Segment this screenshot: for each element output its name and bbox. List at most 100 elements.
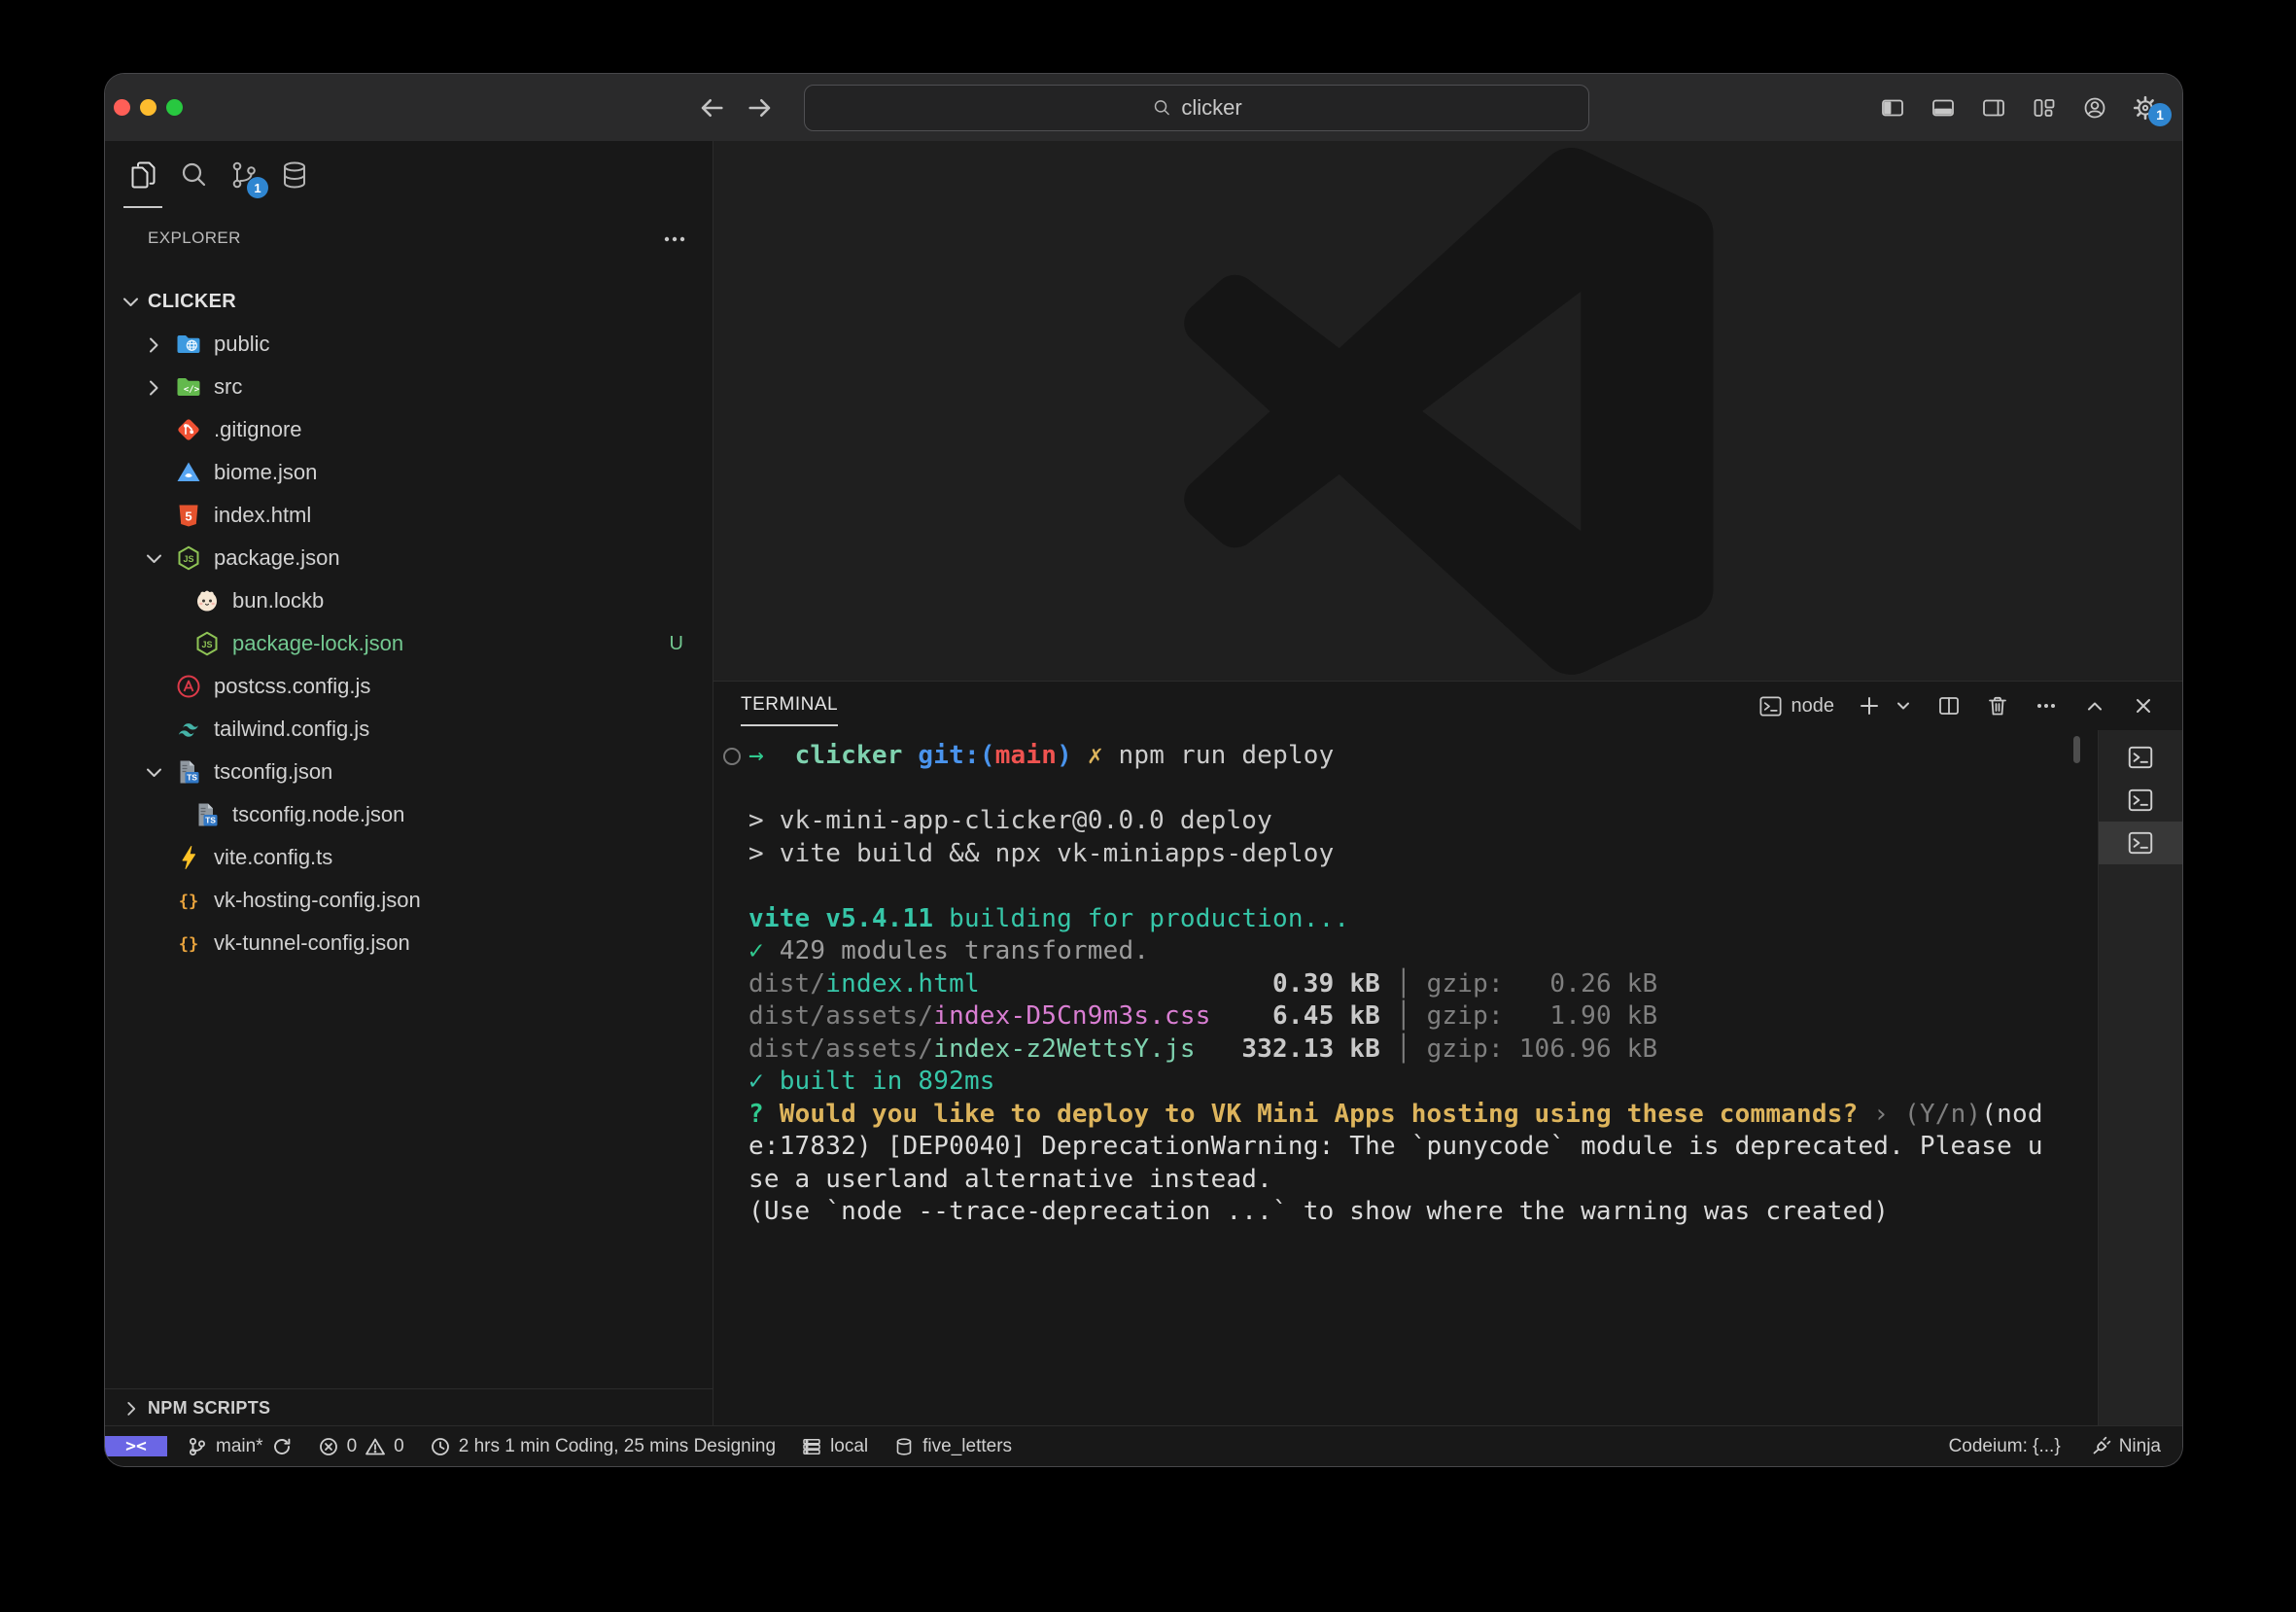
source-control-badge: 1 — [247, 177, 268, 198]
customize-layout-button[interactable] — [2031, 94, 2058, 122]
more-actions-icon[interactable] — [662, 227, 687, 252]
more-actions-button[interactable] — [2033, 692, 2060, 719]
chevron-spacer — [142, 718, 175, 741]
server-icon — [801, 1436, 822, 1457]
status-problems[interactable]: 00 — [318, 1436, 404, 1457]
svg-text:</>: </> — [184, 385, 200, 395]
chevron-right-icon — [142, 333, 175, 356]
traffic-lights — [114, 99, 183, 116]
ts-icon: TS — [175, 758, 202, 786]
command-decoration-icon[interactable] — [723, 748, 741, 765]
activity-database[interactable] — [278, 156, 311, 194]
toggle-panel-button[interactable] — [1930, 94, 1957, 122]
bun-icon — [193, 587, 221, 614]
sync-icon — [271, 1436, 293, 1457]
close-panel-button[interactable] — [2130, 692, 2157, 719]
chevron-down-icon — [142, 546, 175, 570]
terminal-line: ✓ 429 modules transformed. — [748, 935, 2066, 968]
activity-source-control[interactable]: 1 — [227, 156, 261, 194]
node-js-icon: JS — [175, 544, 202, 572]
maximize-panel-button[interactable] — [2081, 692, 2108, 719]
chevron-down-icon — [142, 760, 175, 784]
tree-item--gitignore[interactable]: .gitignore — [105, 408, 713, 451]
tree-item-package-lock-json[interactable]: JSpackage-lock.jsonU — [105, 622, 713, 665]
zoom-button[interactable] — [166, 99, 183, 116]
activity-search[interactable] — [177, 156, 210, 194]
terminal-scrollbar[interactable] — [2073, 736, 2080, 763]
tree-item-vk-tunnel-config-json[interactable]: {}vk-tunnel-config.json — [105, 922, 713, 964]
tree-item-postcss-config-js[interactable]: postcss.config.js — [105, 665, 713, 708]
file-label: tsconfig.json — [214, 759, 332, 785]
warning-icon — [365, 1436, 386, 1457]
terminal-tab-2[interactable] — [2099, 779, 2182, 822]
svg-text:{}: {} — [179, 893, 198, 912]
editor-area — [713, 141, 2182, 681]
svg-text:JS: JS — [183, 554, 193, 564]
file-label: postcss.config.js — [214, 674, 370, 699]
forward-button[interactable] — [743, 90, 778, 125]
file-label: tailwind.config.js — [214, 717, 369, 742]
tree-item-tsconfig-json[interactable]: TS tsconfig.json — [105, 751, 713, 793]
minimize-button[interactable] — [140, 99, 157, 116]
terminal-line: se a userland alternative instead. — [748, 1164, 2066, 1197]
launch-profile-button[interactable] — [1893, 695, 1914, 717]
npm-scripts-section[interactable]: NPM SCRIPTS — [105, 1388, 713, 1426]
accounts-button[interactable] — [2081, 94, 2108, 122]
svg-text:JS: JS — [201, 640, 212, 649]
toggle-secondary-sidebar-button[interactable] — [1980, 94, 2007, 122]
split-terminal-button[interactable] — [1935, 692, 1963, 719]
status-codeium[interactable]: Codeium: {...} — [1949, 1436, 2061, 1457]
kill-terminal-button[interactable] — [1984, 692, 2011, 719]
back-button[interactable] — [694, 90, 729, 125]
status-ninja[interactable]: Ninja — [2090, 1436, 2161, 1457]
chevron-spacer — [142, 846, 175, 869]
chevron-spacer — [142, 675, 175, 698]
postcss-icon — [175, 673, 202, 700]
status-right: Codeium: {...} Ninja — [1949, 1426, 2161, 1466]
clock-icon — [430, 1436, 451, 1457]
status-time-tracker[interactable]: 2 hrs 1 min Coding, 25 mins Designing — [430, 1436, 776, 1457]
terminal-instance-node[interactable]: node — [1757, 693, 1835, 719]
chevron-spacer — [142, 889, 175, 912]
file-label: package-lock.json — [232, 631, 403, 656]
terminal-icon — [1757, 693, 1784, 719]
toggle-primary-sidebar-button[interactable] — [1879, 94, 1906, 122]
chevron-spacer — [142, 504, 175, 527]
tree-item-tsconfig-node-json[interactable]: TStsconfig.node.json — [105, 793, 713, 836]
chevron-right-icon — [121, 1397, 142, 1419]
tree-item-vk-hosting-config-json[interactable]: {}vk-hosting-config.json — [105, 879, 713, 922]
tree-item-tailwind-config-js[interactable]: tailwind.config.js — [105, 708, 713, 751]
status-profile-local[interactable]: local — [801, 1436, 868, 1457]
file-label: src — [214, 374, 242, 400]
terminal-tab-label[interactable]: TERMINAL — [741, 694, 838, 726]
terminal-tab-1[interactable] — [2099, 736, 2182, 779]
new-terminal-button[interactable] — [1856, 692, 1883, 719]
tree-item-biome-json[interactable]: biome.json — [105, 451, 713, 494]
terminal-line — [748, 773, 2066, 806]
terminal-line: dist/assets/index-D5Cn9m3s.css 6.45 kB │… — [748, 1000, 2066, 1034]
terminal-tab-3[interactable] — [2099, 822, 2182, 864]
status-database-five-letters[interactable]: five_letters — [893, 1436, 1012, 1457]
close-button[interactable] — [114, 99, 130, 116]
activity-bar: 1 — [126, 156, 311, 194]
svg-text:5: 5 — [185, 509, 191, 524]
status-remote-indicator[interactable]: >< — [105, 1436, 167, 1456]
account-icon — [2081, 94, 2108, 122]
activity-explorer[interactable] — [126, 156, 159, 194]
status-bar: >< main* 00 2 hrs 1 min Coding, 25 mins Des… — [105, 1425, 2182, 1466]
terminal-line: e:17832) [DEP0040] DeprecationWarning: T… — [748, 1131, 2066, 1164]
tree-item-vite-config-ts[interactable]: vite.config.ts — [105, 836, 713, 879]
file-label: index.html — [214, 503, 311, 528]
tree-item-src[interactable]: </> src — [105, 366, 713, 408]
title-bar: clicker 1 — [105, 74, 2182, 142]
status-git-branch[interactable]: main* — [187, 1436, 293, 1457]
tree-item-public[interactable]: public — [105, 323, 713, 366]
layout-grid-icon — [2031, 94, 2058, 122]
tree-root-clicker[interactable]: CLICKER — [105, 280, 713, 323]
tree-item-index-html[interactable]: 5 index.html — [105, 494, 713, 537]
tree-item-package-json[interactable]: JSpackage.json — [105, 537, 713, 579]
braces-icon: {} — [175, 887, 202, 914]
command-center-search[interactable]: clicker — [804, 85, 1589, 131]
tree-item-bun-lockb[interactable]: bun.lockb — [105, 579, 713, 622]
settings-button[interactable]: 1 — [2132, 94, 2159, 122]
